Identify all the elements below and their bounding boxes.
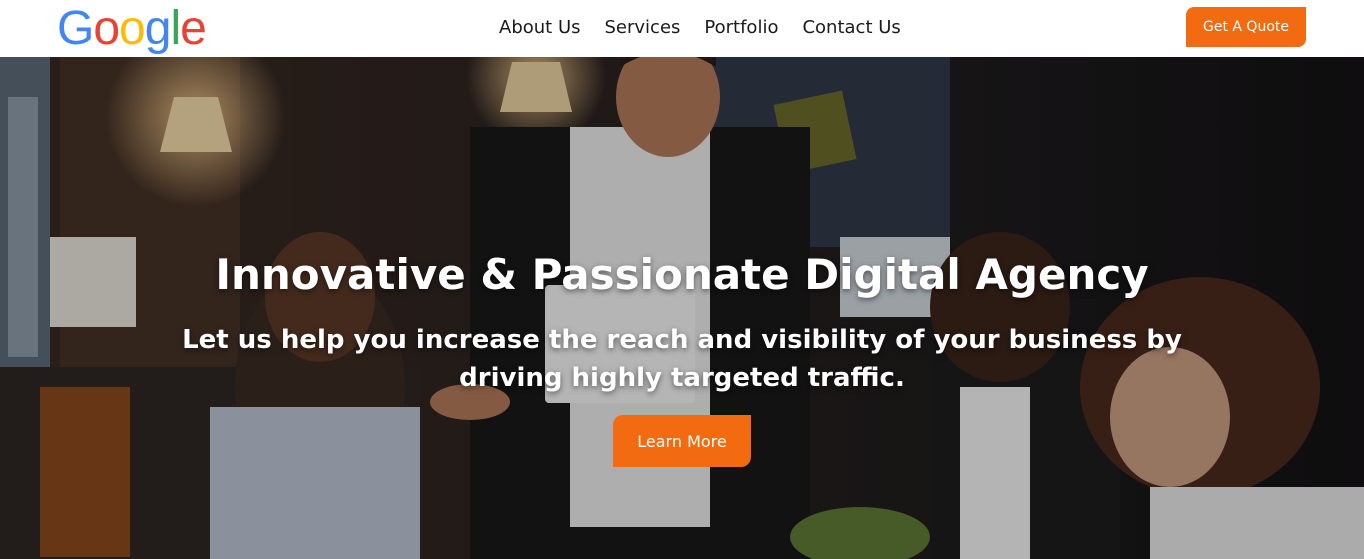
logo-letter: e <box>180 2 207 55</box>
hero-section: Innovative & Passionate Digital Agency L… <box>0 57 1364 559</box>
google-logo[interactable]: Google <box>57 2 207 56</box>
nav-link-contact-us[interactable]: Contact Us <box>802 15 900 41</box>
nav-link-about-us[interactable]: About Us <box>499 15 581 41</box>
logo-letter: G <box>57 2 94 55</box>
hero-dark-overlay <box>0 57 1364 559</box>
nav-link-portfolio[interactable]: Portfolio <box>704 15 778 41</box>
nav-link-services[interactable]: Services <box>605 15 681 41</box>
get-a-quote-button[interactable]: Get A Quote <box>1186 7 1306 47</box>
learn-more-button[interactable]: Learn More <box>613 415 751 467</box>
logo-letter: l <box>170 2 181 55</box>
main-nav: About Us Services Portfolio Contact Us <box>499 15 901 41</box>
hero-title: Innovative & Passionate Digital Agency <box>215 250 1149 299</box>
hero-subtitle: Let us help you increase the reach and v… <box>182 325 1182 393</box>
logo-letter: o <box>119 2 146 55</box>
top-navbar: Google About Us Services Portfolio Conta… <box>0 0 1364 57</box>
logo-letter: g <box>144 2 172 55</box>
logo-letter: o <box>93 2 120 55</box>
